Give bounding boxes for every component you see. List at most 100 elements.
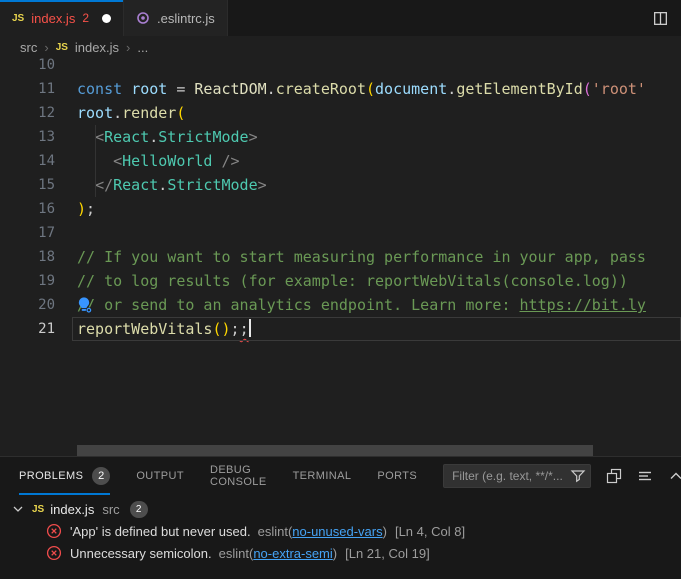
panel-tab-output[interactable]: OUTPUT — [136, 457, 184, 495]
panel-tab-label: PROBLEMS — [19, 470, 83, 482]
line-content[interactable]: </React.StrictMode> — [55, 173, 681, 197]
code-line[interactable]: 11const root = ReactDOM.createRoot(docum… — [0, 77, 681, 101]
code-token: HelloWorld — [122, 152, 212, 170]
error-icon — [46, 545, 62, 561]
problems-file-name: index.js — [50, 502, 94, 517]
code-line[interactable]: 21reportWebVitals();; — [0, 317, 681, 341]
code-token: StrictMode — [158, 128, 248, 146]
problems-file-path: src — [102, 502, 119, 517]
code-line[interactable]: 14 <HelloWorld /> — [0, 149, 681, 173]
problems-filter — [443, 464, 591, 488]
filter-funnel-icon[interactable] — [570, 468, 586, 484]
panel-tab-ports[interactable]: PORTS — [377, 457, 417, 495]
comment-link[interactable]: https://bit.ly — [520, 296, 646, 314]
line-content[interactable] — [55, 58, 681, 77]
line-content[interactable]: // to log results (for example: reportWe… — [55, 269, 681, 293]
collapse-all-icon[interactable] — [606, 468, 622, 484]
code-token: < — [113, 152, 122, 170]
code-token: . — [447, 80, 456, 98]
code-token — [77, 176, 95, 194]
code-line[interactable]: 20// or send to an analytics endpoint. L… — [0, 293, 681, 317]
code-token: document — [375, 80, 447, 98]
line-number: 13 — [0, 125, 55, 149]
line-number: 21 — [0, 317, 55, 341]
code-token: > — [258, 176, 267, 194]
split-editor-icon[interactable] — [652, 10, 669, 27]
breadcrumb-symbol[interactable]: ... — [137, 40, 148, 55]
filter-input[interactable] — [443, 464, 591, 488]
indent-guide — [95, 125, 96, 149]
maximize-panel-icon[interactable] — [668, 468, 681, 484]
tab-eslintrc-js[interactable]: .eslintrc.js — [124, 0, 228, 36]
code-line[interactable]: 18// If you want to start measuring perf… — [0, 245, 681, 269]
view-menu-icon[interactable] — [637, 468, 653, 484]
js-file-icon: JS — [12, 13, 24, 24]
problem-source: eslint(no-unused-vars) — [258, 524, 387, 539]
breadcrumb: src › JS index.js › ... — [0, 36, 681, 58]
panel-tab-problems[interactable]: PROBLEMS 2 — [19, 457, 110, 495]
error-icon — [46, 523, 62, 539]
chevron-down-icon[interactable] — [10, 501, 26, 517]
code-line[interactable]: 12root.render( — [0, 101, 681, 125]
panel-tab-debug-console[interactable]: DEBUG CONSOLE — [210, 457, 267, 495]
horizontal-scrollbar[interactable] — [77, 445, 593, 456]
code-lines: 1011const root = ReactDOM.createRoot(doc… — [0, 58, 681, 341]
code-token: ) — [77, 200, 86, 218]
panel-tab-label: OUTPUT — [136, 470, 184, 482]
problems-count-badge: 2 — [92, 467, 110, 485]
breadcrumb-src[interactable]: src — [20, 40, 37, 55]
code-line[interactable]: 16); — [0, 197, 681, 221]
code-token: root — [131, 80, 167, 98]
problems-file-row[interactable]: JSindex.jssrc2 — [0, 498, 681, 520]
code-line[interactable]: 10 — [0, 58, 681, 77]
code-line[interactable]: 19 // to log results (for example: report… — [0, 269, 681, 293]
problem-location: [Ln 4, Col 8] — [395, 524, 465, 539]
line-content[interactable]: // If you want to start measuring perfor… — [55, 245, 681, 269]
code-token — [212, 152, 221, 170]
line-content[interactable]: // or send to an analytics endpoint. Lea… — [55, 293, 681, 317]
panel-tab-label: PORTS — [377, 470, 417, 482]
line-number: 17 — [0, 221, 55, 245]
code-token: = — [167, 80, 194, 98]
line-content[interactable]: reportWebVitals();; — [55, 317, 681, 341]
panel-tab-label: DEBUG CONSOLE — [210, 464, 267, 488]
line-content[interactable]: <HelloWorld /> — [55, 149, 681, 173]
code-line[interactable]: 13 <React.StrictMode> — [0, 125, 681, 149]
indent-guide — [95, 149, 96, 173]
line-content[interactable]: <React.StrictMode> — [55, 125, 681, 149]
line-content[interactable] — [55, 221, 681, 245]
problem-item[interactable]: Unnecessary semicolon.eslint(no-extra-se… — [0, 542, 681, 564]
code-token: StrictMode — [167, 176, 257, 194]
rule-link[interactable]: no-unused-vars — [292, 524, 382, 539]
line-number: 18 — [0, 245, 55, 269]
rule-link[interactable]: no-extra-semi — [253, 546, 332, 561]
code-token: // to log results (for example: reportWe… — [77, 272, 628, 290]
line-number: 14 — [0, 149, 55, 173]
code-token: createRoot — [276, 80, 366, 98]
code-editor[interactable]: 1011const root = ReactDOM.createRoot(doc… — [0, 58, 681, 456]
line-number: 12 — [0, 101, 55, 125]
line-number: 19 — [0, 269, 55, 293]
code-line[interactable]: 15 </React.StrictMode> — [0, 173, 681, 197]
line-number: 10 — [0, 58, 55, 77]
code-token: . — [158, 176, 167, 194]
problem-message: Unnecessary semicolon. — [70, 546, 212, 561]
code-line[interactable]: 17 — [0, 221, 681, 245]
tab-label: .eslintrc.js — [157, 11, 215, 26]
line-content[interactable]: ); — [55, 197, 681, 221]
line-content[interactable]: const root = ReactDOM.createRoot(documen… — [55, 77, 681, 101]
panel-tab-terminal[interactable]: TERMINAL — [293, 457, 352, 495]
lightbulb-sparkle-icon[interactable] — [75, 296, 93, 314]
code-token: ( — [212, 320, 221, 338]
tab-error-count: 2 — [82, 11, 89, 25]
tab-index-js[interactable]: JS index.js 2 — [0, 0, 124, 36]
breadcrumb-file[interactable]: index.js — [75, 40, 119, 55]
modified-dot-icon[interactable] — [102, 14, 111, 23]
indent-guide — [95, 173, 96, 197]
code-token: // or send to an analytics endpoint. Lea… — [77, 296, 520, 314]
editor-tab-bar: JS index.js 2 .eslintrc.js — [0, 0, 681, 36]
code-token: React — [104, 128, 149, 146]
line-content[interactable]: root.render( — [55, 101, 681, 125]
problem-item[interactable]: 'App' is defined but never used.eslint(n… — [0, 520, 681, 542]
editor-actions — [652, 0, 681, 36]
